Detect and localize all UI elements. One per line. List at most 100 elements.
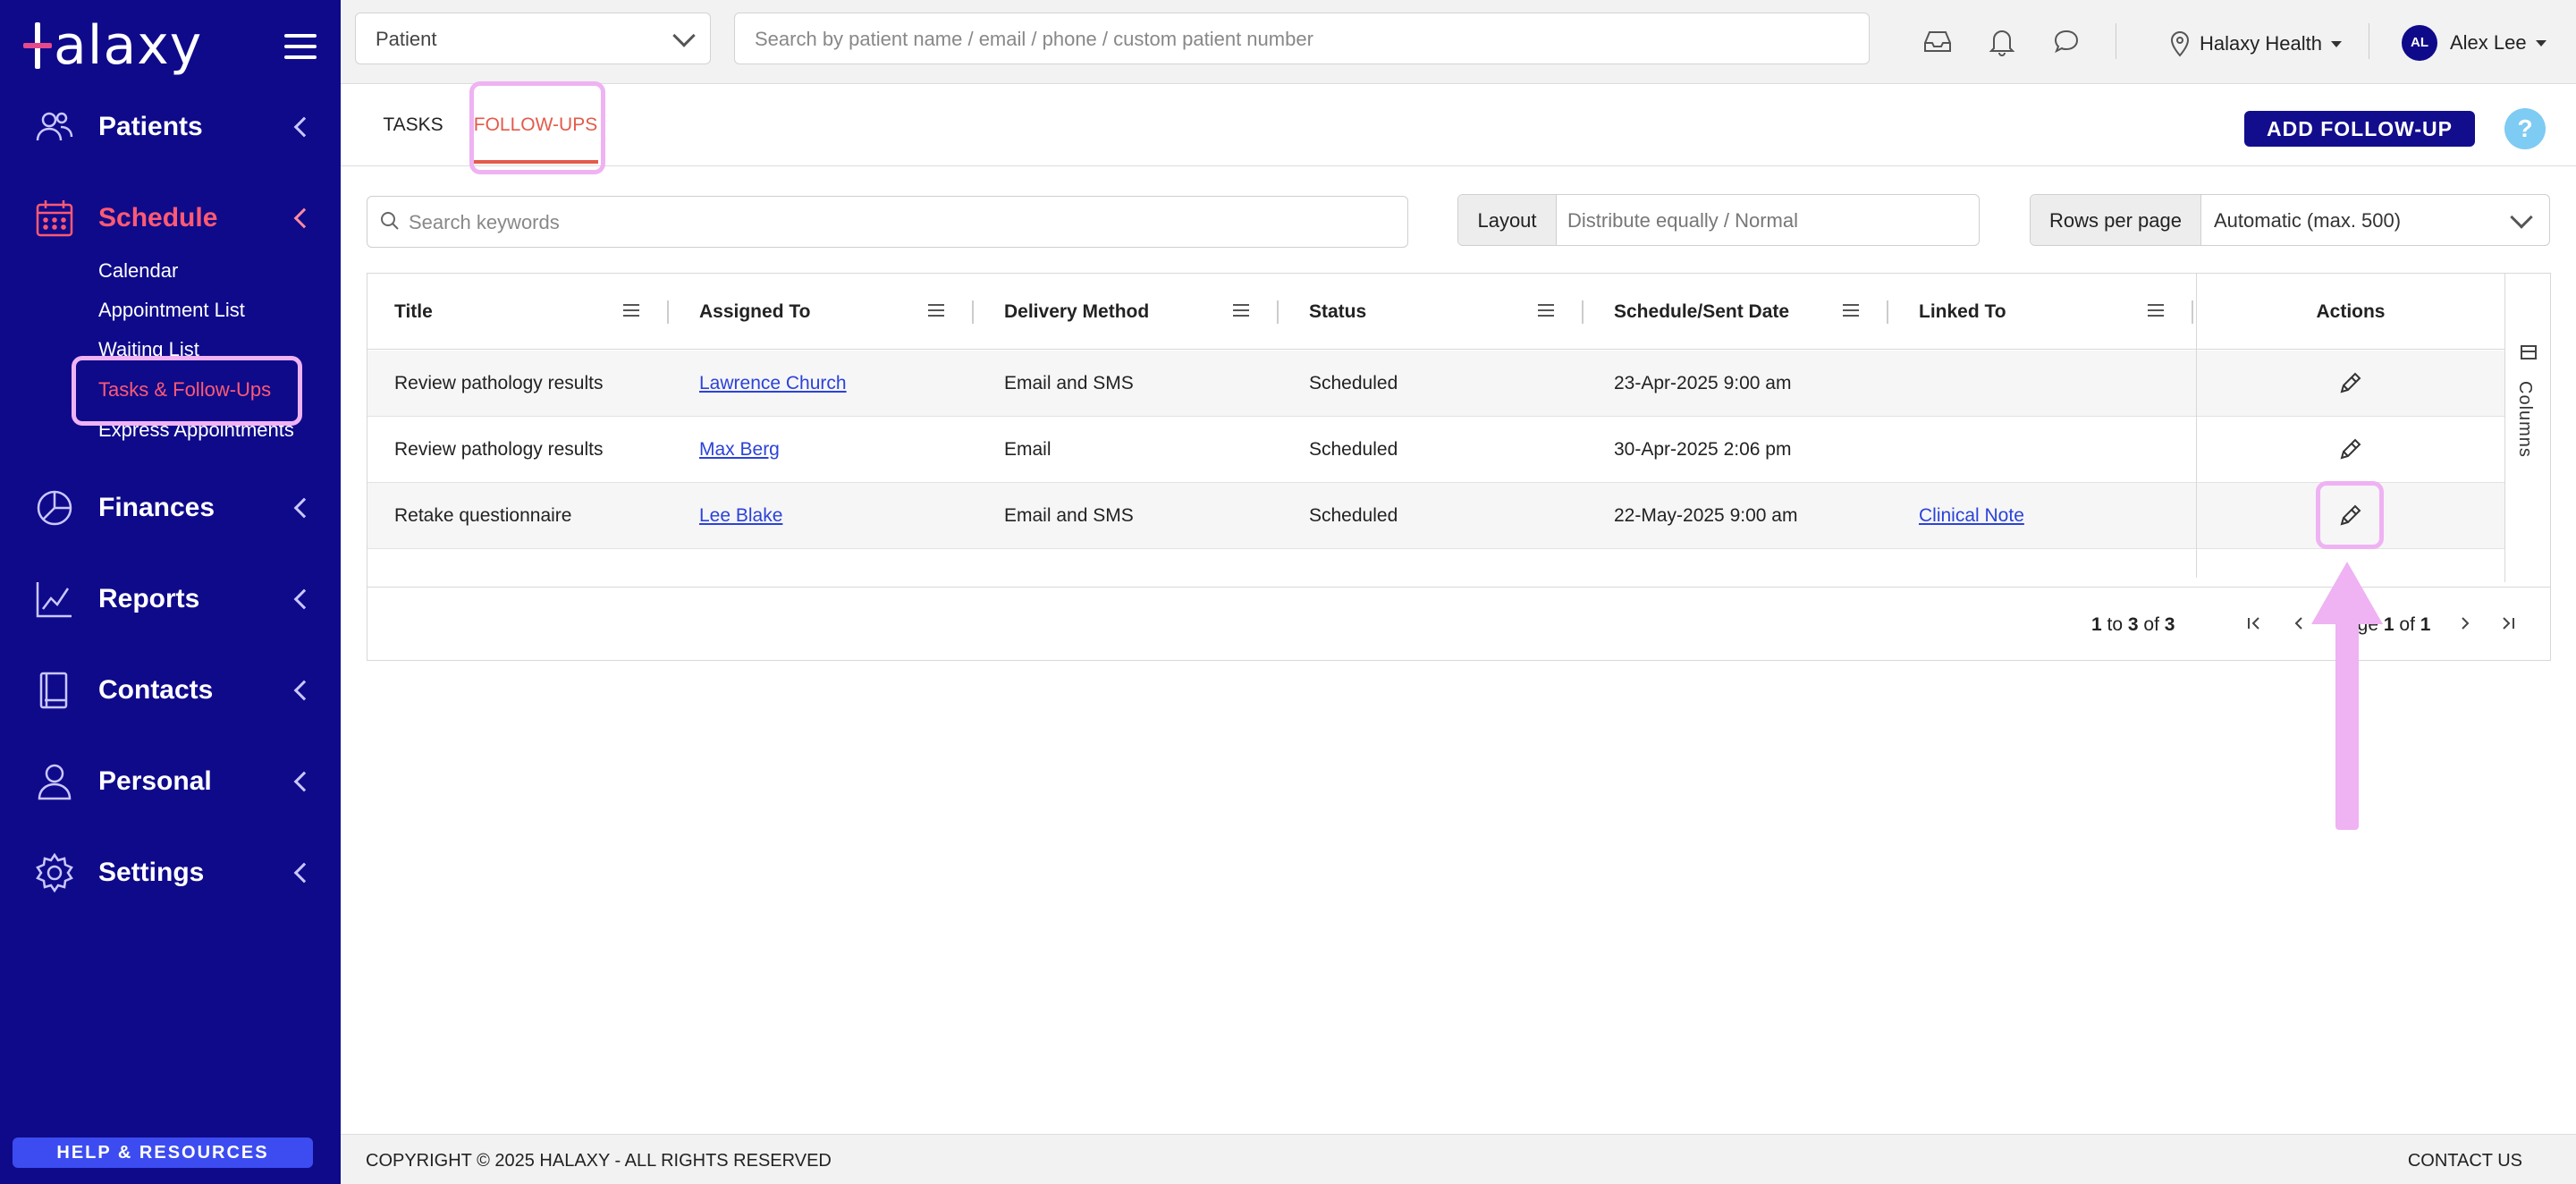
gear-icon [36,852,73,893]
sidebar-item-label: Settings [98,858,205,887]
cell-schedule-date: 23-Apr-2025 9:00 am [1614,373,1792,393]
layout-select[interactable]: Layout Distribute equally / Normal [1457,194,1980,246]
layout-value: Distribute equally / Normal [1567,209,1798,232]
pagination-bar: 1 to 3 of 3 Page 1 of 1 [367,587,2550,661]
sidebar-item-contacts[interactable]: Contacts [0,664,341,717]
column-header-schedule-date[interactable]: Schedule/Sent Date [1587,274,1789,350]
sidebar-item-label: Contacts [98,675,214,705]
add-follow-up-button[interactable]: ADD FOLLOW-UP [2244,111,2475,147]
rows-per-page-value: Automatic (max. 500) [2214,209,2402,232]
cell-linked-to [1892,351,1919,417]
person-icon [38,764,72,800]
edit-pencil-icon[interactable] [2336,436,2363,463]
sidebar-item-label: Personal [98,766,212,796]
sidebar-item-schedule[interactable]: Schedule [0,191,341,245]
line-chart-icon [36,582,72,618]
subnav-calendar[interactable]: Calendar [98,259,178,283]
sidebar-item-reports[interactable]: Reports [0,572,341,626]
rows-per-page-select[interactable]: Rows per page Automatic (max. 500) [2030,194,2550,246]
keyword-search-input[interactable]: Search keywords [367,196,1408,248]
patient-search-type-select[interactable]: Patient [355,13,711,64]
highlight-annotation [72,356,302,426]
column-menu-icon[interactable] [1233,304,1249,317]
assignee-link[interactable]: Lee Blake [699,505,782,526]
inbox-icon[interactable] [1921,25,1954,57]
cell-delivery-method: Email and SMS [1004,373,1134,393]
caret-down-icon [2330,40,2342,47]
column-menu-icon[interactable] [1843,304,1859,317]
sidebar-item-label: Finances [98,493,215,522]
sidebar-item-label: Patients [98,112,203,141]
assignee-link[interactable]: Lawrence Church [699,373,847,393]
hamburger-menu-icon[interactable] [284,34,317,59]
column-separator[interactable] [972,300,974,324]
caret-down-icon [2535,39,2546,47]
column-menu-icon[interactable] [623,304,639,317]
user-name: Alex Lee [2450,31,2527,54]
highlight-annotation [2316,481,2384,549]
contact-us-link[interactable]: CONTACT US [2408,1135,2522,1184]
column-separator[interactable] [2192,300,2193,324]
subnav-appointment-list[interactable]: Appointment List [98,299,245,322]
column-header-assigned-to[interactable]: Assigned To [672,274,810,350]
organisation-selector[interactable]: Halaxy Health [2169,21,2342,66]
logo-mark-icon [23,19,52,72]
assignee-link[interactable]: Max Berg [699,439,780,460]
user-menu[interactable]: AL Alex Lee [2402,25,2546,61]
first-page-icon[interactable] [2243,613,2265,634]
top-bar: Patient Search by patient name / email /… [341,0,2576,84]
last-page-icon[interactable] [2497,613,2519,634]
patient-search-input[interactable]: Search by patient name / email / phone /… [734,13,1870,64]
linked-note-link[interactable]: Clinical Note [1919,505,2024,526]
tab-label: FOLLOW-UPS [473,114,598,135]
column-separator[interactable] [667,300,669,324]
chat-icon[interactable] [2050,25,2082,57]
sidebar-item-personal[interactable]: Personal [0,755,341,808]
column-separator[interactable] [1887,300,1888,324]
patient-select-value: Patient [376,28,437,50]
chevron-left-icon [293,116,315,138]
help-icon[interactable]: ? [2504,108,2546,149]
active-tab-underline [473,160,598,164]
arrow-annotation-head [2311,562,2383,624]
column-header-title[interactable]: Title [367,274,433,350]
columns-side-panel[interactable]: Columns [2504,274,2551,582]
next-page-icon[interactable] [2454,613,2476,634]
search-icon [381,212,399,230]
tab-follow-ups[interactable]: FOLLOW-UPS [473,85,598,165]
keyword-search-placeholder: Search keywords [409,211,560,233]
halaxy-logo[interactable]: alaxy [23,14,202,77]
pagination-summary: 1 to 3 of 3 [2091,614,2175,635]
column-header-delivery-method[interactable]: Delivery Method [977,274,1149,350]
previous-page-icon[interactable] [2288,613,2310,634]
edit-pencil-icon[interactable] [2336,370,2363,397]
sidebar-item-settings[interactable]: Settings [0,846,341,900]
columns-icon [2521,345,2537,359]
sidebar-item-finances[interactable]: Finances [0,481,341,535]
tab-tasks[interactable]: TASKS [373,85,453,165]
help-resources-button[interactable]: HELP & RESOURCES [13,1137,313,1168]
table-row[interactable]: Retake questionnaire Lee Blake Email and… [367,483,2504,549]
table-row[interactable]: Review pathology results Lawrence Church… [367,351,2504,417]
bell-icon[interactable] [1986,25,2018,57]
chevron-left-icon [293,771,315,792]
sidebar-item-patients[interactable]: Patients [0,100,341,154]
chevron-down-icon [2510,206,2533,229]
cell-linked-to [1892,417,1919,483]
column-header-status[interactable]: Status [1282,274,1366,350]
column-menu-icon[interactable] [928,304,944,317]
cell-linked-to: Clinical Note [1892,483,2024,549]
column-menu-icon[interactable] [2148,304,2164,317]
column-header-linked-to[interactable]: Linked To [1892,274,2006,350]
cell-assigned-to: Lawrence Church [672,351,847,417]
column-menu-icon[interactable] [1538,304,1554,317]
column-separator[interactable] [1582,300,1584,324]
table-row[interactable]: Review pathology results Max Berg Email … [367,417,2504,483]
cell-title: Retake questionnaire [394,505,572,526]
cell-title: Review pathology results [394,373,604,393]
column-separator[interactable] [1277,300,1279,324]
avatar: AL [2402,25,2437,61]
cell-delivery-method: Email [1004,439,1052,460]
follow-ups-table: Title Assigned To Delivery Method Status… [367,273,2551,661]
organisation-name: Halaxy Health [2200,32,2322,55]
